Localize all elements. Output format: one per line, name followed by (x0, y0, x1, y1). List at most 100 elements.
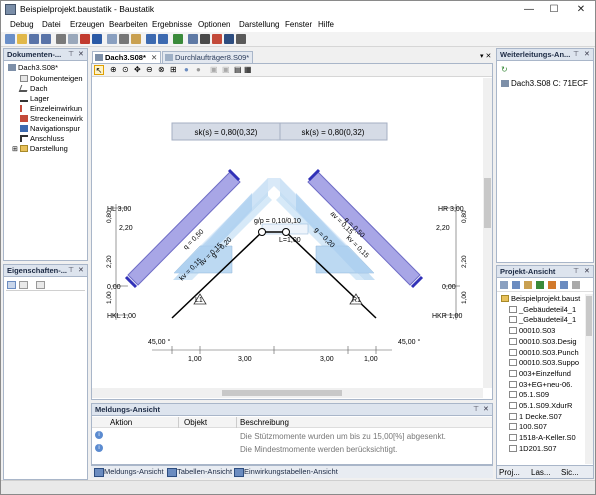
back-icon[interactable]: ● (184, 65, 189, 74)
forwarding-item[interactable]: Dach3.S08 C: 71ECF (501, 79, 588, 88)
menu-bearbeiten[interactable]: Bearbeiten (109, 20, 148, 29)
project-file[interactable]: 1518-A-Keller.S0 (509, 433, 576, 442)
ruler-icon[interactable] (188, 34, 198, 44)
recalc-icon[interactable] (173, 34, 183, 44)
horizontal-scrollbar[interactable] (92, 388, 483, 398)
tool-icon[interactable] (572, 281, 580, 289)
menu-hilfe[interactable]: Hilfe (318, 20, 334, 29)
zoom-all-icon[interactable]: ⊞ (170, 65, 177, 74)
tab-einwirkungstabellen-ansicht[interactable]: Einwirkungstabellen-Ansicht (232, 466, 340, 477)
open-icon[interactable] (17, 34, 27, 44)
project-file[interactable]: 00010.S03 (509, 326, 555, 335)
col-aktion[interactable]: Aktion (110, 418, 132, 427)
menu-fenster[interactable]: Fenster (285, 20, 312, 29)
function-icon[interactable] (224, 34, 234, 44)
support-icon[interactable] (200, 34, 210, 44)
tree-item-lager[interactable]: Lager (20, 94, 49, 103)
camera-icon[interactable]: ▦ (244, 65, 252, 74)
tab-lasten[interactable]: Las... (531, 468, 551, 477)
tree-item-dokumenteigen[interactable]: Dokumenteigen (20, 74, 83, 83)
pdf-icon[interactable] (80, 34, 90, 44)
help-icon[interactable] (236, 34, 246, 44)
tab-tabellen-ansicht[interactable]: Tabellen-Ansicht (165, 466, 234, 477)
maximize-button[interactable]: ☐ (544, 3, 564, 16)
tab-sicherung[interactable]: Sic... (561, 468, 579, 477)
project-file[interactable]: 100.S07 (509, 422, 547, 431)
paste-icon[interactable] (131, 34, 141, 44)
pin-icon[interactable]: ⊤ (573, 267, 579, 275)
menu-darstellung[interactable]: Darstellung (239, 20, 279, 29)
tool-icon[interactable] (536, 281, 544, 289)
project-file[interactable]: 00010.S03.Punch (509, 348, 579, 357)
select-pointer-icon[interactable]: ↖ (94, 65, 104, 75)
tree-item-streckeneinwirkung[interactable]: Streckeneinwirk (20, 114, 83, 123)
tab-dach3[interactable]: Dach3.S08* ✕ (92, 51, 162, 63)
project-scroll-thumb[interactable] (586, 296, 592, 336)
project-file[interactable]: 1 Decke.S07 (509, 412, 562, 421)
message-row[interactable]: i Die Stützmomente wurden um bis zu 15,0… (92, 430, 492, 442)
tree-item-root[interactable]: Dach3.S08* (8, 63, 58, 72)
col-beschreibung[interactable]: Beschreibung (240, 418, 289, 427)
tab-list-icon[interactable]: ▾ ✕ (480, 52, 491, 60)
tool-icon[interactable] (500, 281, 508, 289)
pin-icon[interactable]: ⊤ (473, 405, 479, 413)
horizontal-scroll-thumb[interactable] (222, 390, 342, 396)
menu-ergebnisse[interactable]: Ergebnisse (152, 20, 192, 29)
preview-icon[interactable] (68, 34, 78, 44)
project-file[interactable]: 00010.S03.Desig (509, 337, 577, 346)
minimize-button[interactable]: — (519, 3, 539, 16)
redo-icon[interactable] (158, 34, 168, 44)
copy-icon[interactable] (107, 34, 117, 44)
undo-icon[interactable] (146, 34, 156, 44)
zoom-icon[interactable]: ⊙ (122, 65, 129, 74)
project-file[interactable]: 05.1.S09 (509, 390, 549, 399)
close-button[interactable]: ✕ (571, 3, 591, 16)
copy-view-icon[interactable]: ▣ (210, 65, 218, 74)
word-icon[interactable] (92, 34, 102, 44)
zoom-fit-icon[interactable]: ⊗ (158, 65, 165, 74)
project-file[interactable]: _Gebäudeteil4_1 (509, 315, 576, 324)
vertical-scroll-thumb[interactable] (484, 178, 491, 228)
print-icon[interactable] (56, 34, 66, 44)
project-file[interactable]: 1D201.S07 (509, 444, 557, 453)
menu-erzeugen[interactable]: Erzeugen (70, 20, 104, 29)
cut-icon[interactable] (119, 34, 129, 44)
tree-item-dach[interactable]: Dach (18, 84, 48, 93)
close-panel-icon[interactable]: ✕ (584, 267, 590, 275)
alphabetical-icon[interactable] (19, 281, 28, 289)
tool-icon[interactable] (512, 281, 520, 289)
close-panel-icon[interactable]: ✕ (584, 50, 590, 58)
pin-icon[interactable]: ⊤ (68, 266, 74, 274)
tab-close-icon[interactable]: ✕ (151, 53, 157, 62)
project-file[interactable]: 05.1.S09.XdurR (509, 401, 572, 410)
paste-view-icon[interactable]: ▣ (222, 65, 230, 74)
new-doc-icon[interactable] (5, 34, 15, 44)
col-objekt[interactable]: Objekt (184, 418, 207, 427)
close-panel-icon[interactable]: ✕ (483, 405, 489, 413)
project-file[interactable]: 003+Einzelfund (509, 369, 571, 378)
settings-view-icon[interactable]: ▤ (234, 65, 242, 74)
tool-icon[interactable] (524, 281, 532, 289)
tab-projekt[interactable]: Proj... (499, 468, 520, 477)
save-icon[interactable] (29, 34, 39, 44)
project-file[interactable]: 00010.S03.Suppo (509, 358, 579, 367)
close-panel-icon[interactable]: ✕ (78, 266, 84, 274)
save-all-icon[interactable] (41, 34, 51, 44)
menu-debug[interactable]: Debug (10, 20, 34, 29)
tree-item-navigationspur[interactable]: Navigationspur (20, 124, 80, 133)
project-root[interactable]: Beispielprojekt.baust (501, 294, 580, 303)
pin-icon[interactable]: ⊤ (68, 50, 74, 58)
tool-icon[interactable] (548, 281, 556, 289)
vertical-scrollbar[interactable] (483, 78, 492, 388)
tree-item-anschluss[interactable]: Anschluss (20, 134, 64, 143)
load-icon[interactable] (212, 34, 222, 44)
zoom-in-icon[interactable]: ⊕ (110, 65, 117, 74)
pin-icon[interactable]: ⊤ (573, 50, 579, 58)
project-scrollbar[interactable] (585, 294, 593, 464)
forward-icon[interactable]: ● (196, 65, 201, 74)
tool-icon[interactable] (560, 281, 568, 289)
tree-item-darstellung[interactable]: ⊞ Darstellung (12, 144, 68, 153)
tab-meldungs-ansicht[interactable]: Meldungs-Ansicht (92, 466, 166, 477)
zoom-out-icon[interactable]: ⊖ (146, 65, 153, 74)
project-file[interactable]: _Gebäudeteil4_1 (509, 305, 576, 314)
